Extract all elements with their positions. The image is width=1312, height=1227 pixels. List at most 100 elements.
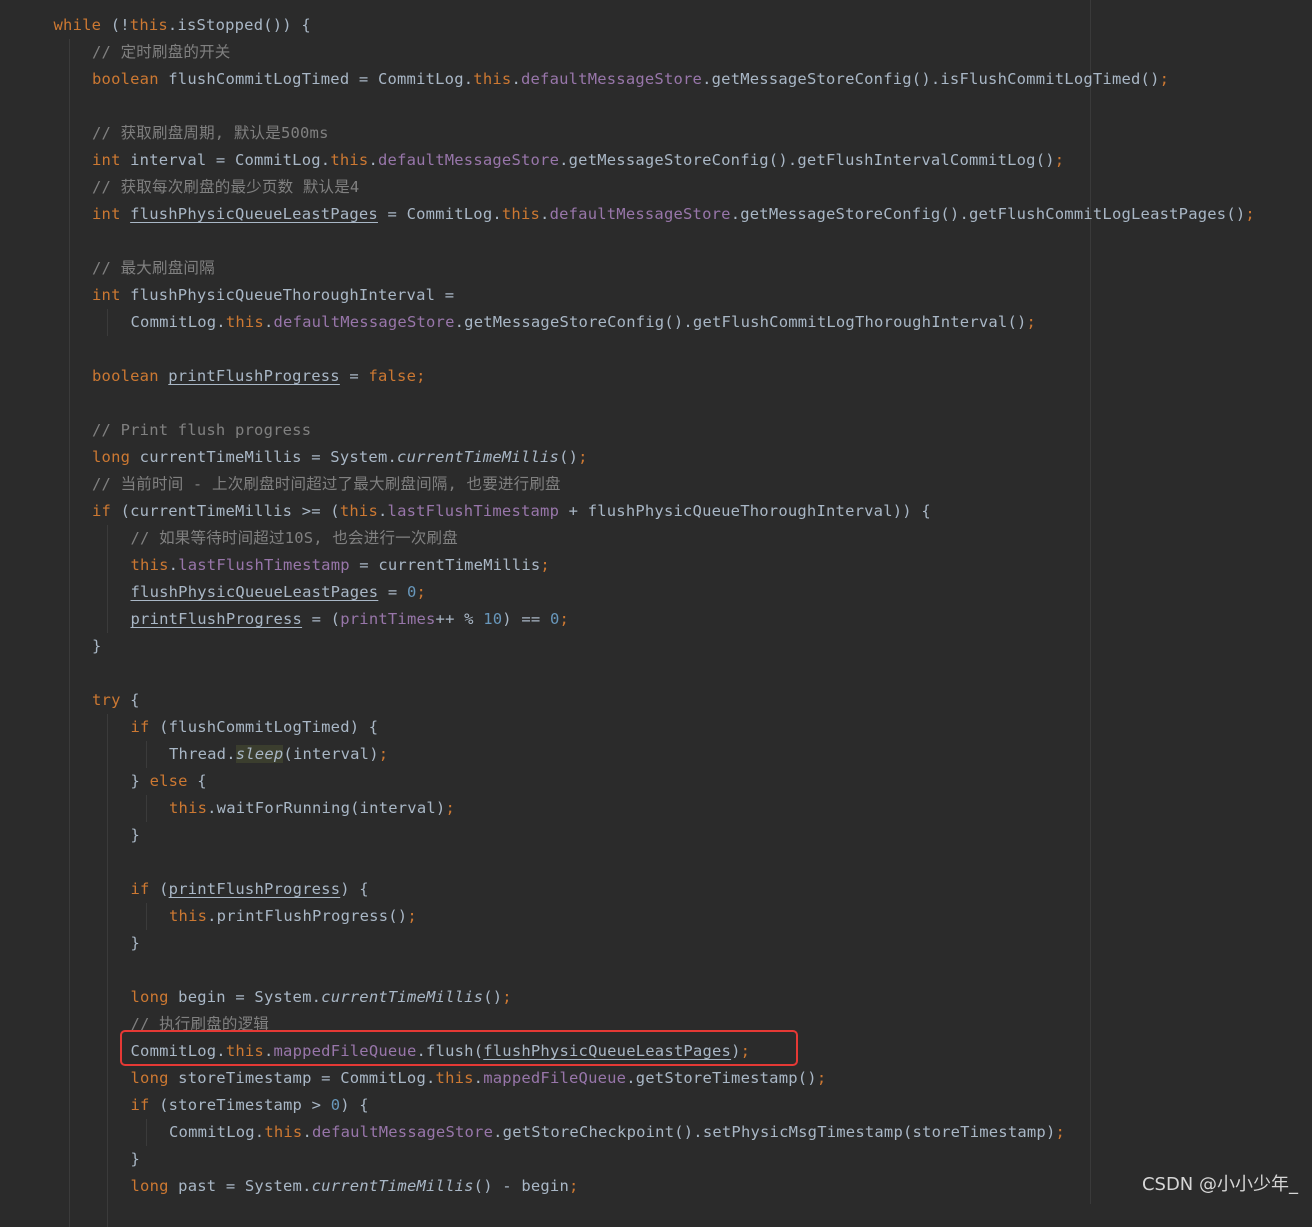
code-line[interactable]: if (currentTimeMillis >= (this.lastFlush…	[92, 498, 931, 525]
code-token: = currentTimeMillis	[349, 556, 541, 574]
code-token: boolean	[92, 70, 169, 88]
code-token: if	[130, 880, 160, 898]
code-token: mappedFileQueue	[483, 1069, 627, 1087]
code-token: defaultMessageStore	[549, 205, 731, 223]
code-token: printTimes	[340, 610, 436, 628]
code-token: long	[130, 1177, 179, 1195]
code-token: int	[92, 205, 131, 223]
code-token: int	[92, 286, 131, 304]
code-line[interactable]: } else {	[131, 768, 207, 795]
code-token: sleep	[235, 745, 284, 763]
code-token: }	[130, 826, 141, 844]
code-token: ;	[569, 1177, 579, 1195]
code-token: false;	[368, 367, 426, 385]
code-token: {	[197, 772, 207, 790]
code-token: defaultMessageStore	[273, 313, 455, 331]
indent-guide	[107, 525, 108, 633]
code-token: .getMessageStoreConfig().getFlushCommitL…	[454, 313, 1027, 331]
code-token: .	[473, 1069, 484, 1087]
code-line[interactable]: int flushPhysicQueueLeastPages = CommitL…	[92, 201, 1255, 228]
code-token: currentTimeMillis	[397, 448, 560, 466]
code-line[interactable]: CommitLog.this.defaultMessageStore.getSt…	[169, 1119, 1065, 1146]
code-line[interactable]: // 如果等待时间超过10S, 也会进行一次刷盘	[131, 525, 458, 552]
code-token: begin = System.	[178, 988, 322, 1006]
code-editor[interactable]: while (!this.isStopped()) {// 定时刷盘的开关 boo…	[0, 0, 1312, 1227]
code-line[interactable]: // 最大刷盘间隔	[92, 255, 215, 282]
indent-guide	[107, 714, 108, 1227]
code-token: int	[92, 151, 131, 169]
code-line[interactable]: try {	[92, 687, 140, 714]
code-token: // 当前时间 - 上次刷盘时间超过了最大刷盘间隔, 也要进行刷盘	[92, 475, 561, 493]
code-line[interactable]: // 获取每次刷盘的最少页数 默认是4	[92, 174, 359, 201]
code-token: }	[130, 1150, 141, 1168]
indent-guide	[145, 795, 147, 822]
code-line[interactable]: long begin = System.currentTimeMillis();	[131, 984, 512, 1011]
code-token: ;	[416, 583, 427, 601]
code-token: CommitLog.	[130, 313, 226, 331]
code-token: defaultMessageStore	[378, 151, 560, 169]
code-token: ;	[1159, 70, 1170, 88]
code-line[interactable]: if (storeTimestamp > 0) {	[131, 1092, 369, 1119]
code-line[interactable]: int flushPhysicQueueThoroughInterval =	[92, 282, 454, 309]
code-line[interactable]: boolean printFlushProgress = false;	[92, 363, 426, 390]
code-token: this	[225, 313, 264, 331]
code-line[interactable]: this.printFlushProgress();	[169, 903, 417, 930]
code-token: .getMessageStoreConfig().getFlushCommitL…	[730, 205, 1246, 223]
code-line[interactable]: }	[131, 822, 141, 849]
code-token: boolean	[92, 367, 169, 385]
code-line[interactable]: }	[131, 930, 141, 957]
code-token: .	[540, 205, 550, 223]
code-token: .	[302, 1123, 313, 1141]
code-line[interactable]: Thread.sleep(interval);	[169, 741, 388, 768]
code-token: (storeTimestamp >	[159, 1096, 331, 1114]
code-token: ;	[407, 907, 417, 925]
code-token: defaultMessageStore	[312, 1123, 494, 1141]
code-line[interactable]: long currentTimeMillis = System.currentT…	[92, 444, 588, 471]
code-token: else	[149, 772, 198, 790]
indent-guide	[107, 309, 108, 336]
code-line[interactable]: }	[92, 633, 102, 660]
code-token: .	[263, 313, 274, 331]
code-line[interactable]: // 当前时间 - 上次刷盘时间超过了最大刷盘间隔, 也要进行刷盘	[92, 471, 561, 498]
code-line[interactable]: long storeTimestamp = CommitLog.this.map…	[131, 1065, 827, 1092]
code-token: = CommitLog.	[377, 205, 502, 223]
code-line[interactable]: // 定时刷盘的开关	[92, 39, 231, 66]
code-line[interactable]: boolean flushCommitLogTimed = CommitLog.…	[92, 66, 1169, 93]
code-token: .getStoreCheckpoint().setPhysicMsgTimest…	[493, 1123, 1056, 1141]
code-token: ;	[578, 448, 588, 466]
code-token: this	[339, 502, 378, 520]
code-token: long	[130, 1069, 179, 1087]
indent-guide	[145, 1119, 147, 1146]
code-line[interactable]: }	[131, 1146, 141, 1173]
code-token: try	[92, 691, 131, 709]
code-token: currentTimeMillis	[321, 988, 484, 1006]
code-line[interactable]: if (flushCommitLogTimed) {	[131, 714, 379, 741]
indent-guide	[145, 741, 147, 768]
code-token: if	[92, 502, 121, 520]
code-token: }	[130, 934, 141, 952]
code-token: (flushCommitLogTimed) {	[159, 718, 379, 736]
code-line[interactable]: flushPhysicQueueLeastPages = 0;	[131, 579, 427, 606]
code-line[interactable]: // Print flush progress	[92, 417, 311, 444]
code-token: .	[368, 151, 378, 169]
code-token: 10	[483, 610, 503, 628]
code-line[interactable]: CommitLog.this.defaultMessageStore.getMe…	[131, 309, 1037, 336]
code-line[interactable]: this.waitForRunning(interval);	[169, 795, 455, 822]
code-line[interactable]: printFlushProgress = (printTimes++ % 10)…	[131, 606, 570, 633]
code-token: // 最大刷盘间隔	[92, 259, 215, 277]
code-line[interactable]: this.lastFlushTimestamp = currentTimeMil…	[131, 552, 550, 579]
code-token: (currentTimeMillis >= (	[120, 502, 340, 520]
code-token: this	[169, 799, 208, 817]
code-token: ) {	[340, 880, 369, 898]
right-margin-guide	[1090, 0, 1091, 1204]
code-token: ;	[1026, 313, 1037, 331]
code-line[interactable]: int interval = CommitLog.this.defaultMes…	[92, 147, 1064, 174]
code-line[interactable]: while (!this.isStopped()) {	[54, 12, 311, 39]
code-token: printFlushProgress	[168, 880, 341, 898]
code-line[interactable]: long past = System.currentTimeMillis() -…	[131, 1173, 579, 1200]
code-token: long	[92, 448, 140, 466]
code-token: flushCommitLogTimed = CommitLog.	[168, 70, 474, 88]
code-line[interactable]: // 获取刷盘周期, 默认是500ms	[92, 120, 329, 147]
code-token: this	[501, 205, 541, 223]
code-line[interactable]: if (printFlushProgress) {	[131, 876, 369, 903]
